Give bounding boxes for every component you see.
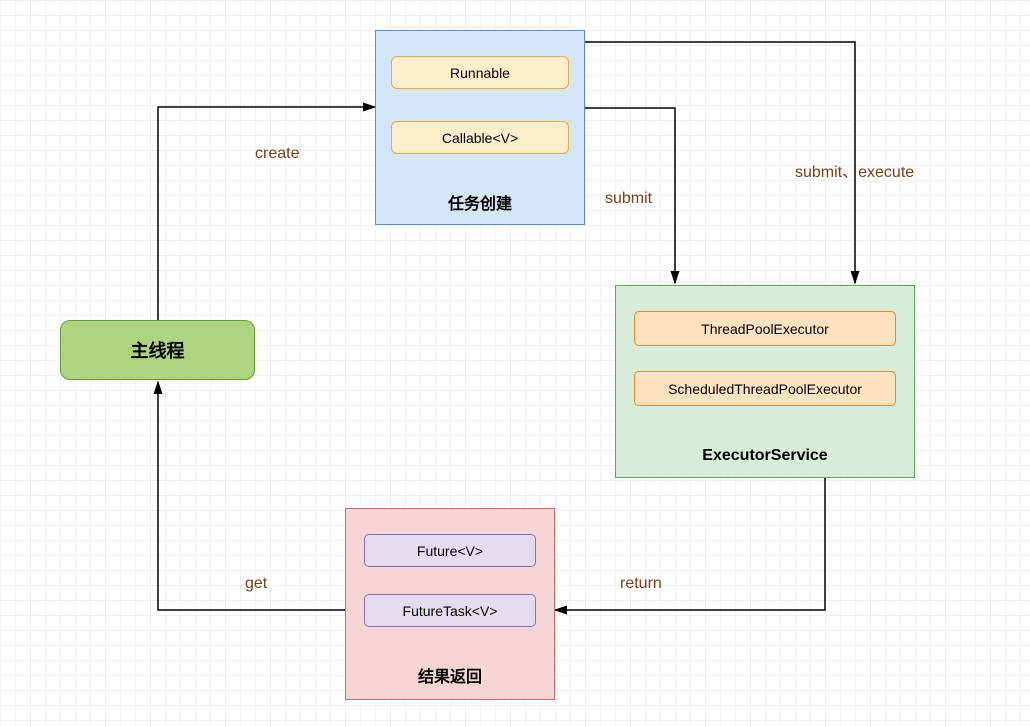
task-create-title: 任务创建 [376, 190, 584, 214]
main-thread-label: 主线程 [131, 337, 185, 363]
node-result: Future<V> FutureTask<V> 结果返回 [345, 508, 555, 700]
result-item-futuretask: FutureTask<V> [364, 594, 536, 627]
executor-item-tpe: ThreadPoolExecutor [634, 311, 896, 346]
edge-label-return: return [620, 575, 662, 593]
edge-label-create: create [255, 145, 299, 163]
edge-label-submit-execute: submit、execute [795, 158, 914, 182]
executor-item-stpe-label: ScheduledThreadPoolExecutor [668, 381, 862, 397]
result-title: 结果返回 [346, 663, 554, 687]
node-executor: ThreadPoolExecutor ScheduledThreadPoolEx… [615, 285, 915, 478]
task-item-callable: Callable<V> [391, 121, 569, 154]
executor-title: ExecutorService [616, 447, 914, 465]
result-item-future-label: Future<V> [417, 543, 483, 559]
task-item-runnable-label: Runnable [450, 65, 510, 81]
node-task-create: Runnable Callable<V> 任务创建 [375, 30, 585, 225]
edge-label-submit: submit [605, 190, 652, 208]
task-item-runnable: Runnable [391, 56, 569, 89]
node-main-thread: 主线程 [60, 320, 255, 380]
result-item-futuretask-label: FutureTask<V> [403, 603, 498, 619]
task-item-callable-label: Callable<V> [442, 130, 518, 146]
edge-label-get: get [245, 575, 267, 593]
executor-item-tpe-label: ThreadPoolExecutor [701, 321, 829, 337]
result-item-future: Future<V> [364, 534, 536, 567]
executor-item-stpe: ScheduledThreadPoolExecutor [634, 371, 896, 406]
